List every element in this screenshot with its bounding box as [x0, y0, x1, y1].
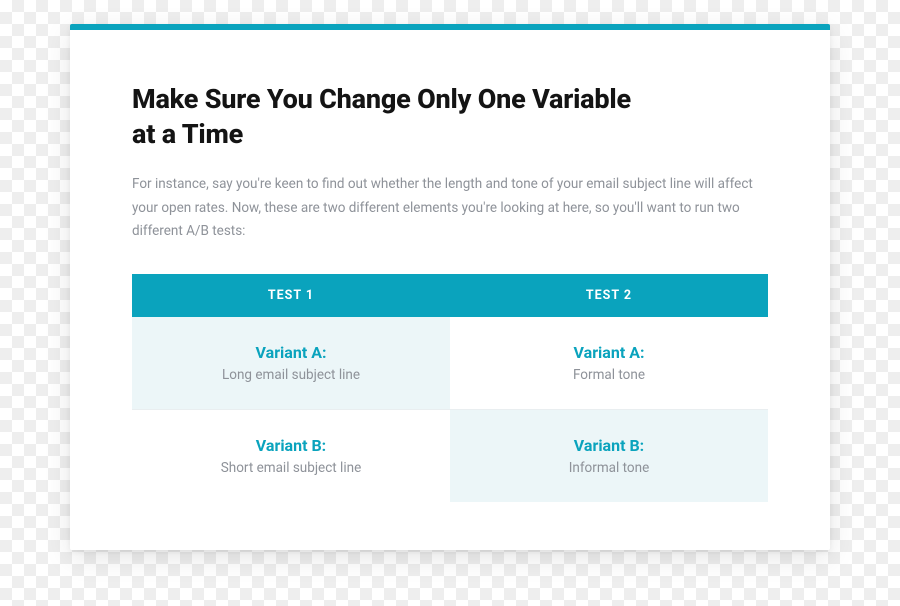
variant-label: Variant A:: [466, 343, 752, 362]
variant-desc: Informal tone: [466, 460, 752, 476]
table-header-row: TEST 1 TEST 2: [132, 274, 768, 317]
variant-label: Variant B:: [466, 436, 752, 455]
cell-test1-variant-a: Variant A: Long email subject line: [132, 317, 450, 410]
table-header-test1: TEST 1: [132, 274, 450, 317]
variant-desc: Formal tone: [466, 367, 752, 383]
card-inner: Make Sure You Change Only One Variable a…: [70, 30, 830, 550]
cell-test2-variant-b: Variant B: Informal tone: [450, 409, 768, 502]
table-header-test2: TEST 2: [450, 274, 768, 317]
page-title: Make Sure You Change Only One Variable a…: [132, 82, 652, 151]
table-row: Variant B: Short email subject line Vari…: [132, 409, 768, 502]
variant-label: Variant A:: [148, 343, 434, 362]
variant-desc: Long email subject line: [148, 367, 434, 383]
body-paragraph: For instance, say you're keen to find ou…: [132, 173, 768, 244]
cell-test2-variant-a: Variant A: Formal tone: [450, 317, 768, 410]
ab-test-table: TEST 1 TEST 2 Variant A: Long email subj…: [132, 274, 768, 502]
variant-desc: Short email subject line: [148, 460, 434, 476]
cell-test1-variant-b: Variant B: Short email subject line: [132, 409, 450, 502]
content-card: Make Sure You Change Only One Variable a…: [70, 24, 830, 550]
variant-label: Variant B:: [148, 436, 434, 455]
table-row: Variant A: Long email subject line Varia…: [132, 317, 768, 410]
